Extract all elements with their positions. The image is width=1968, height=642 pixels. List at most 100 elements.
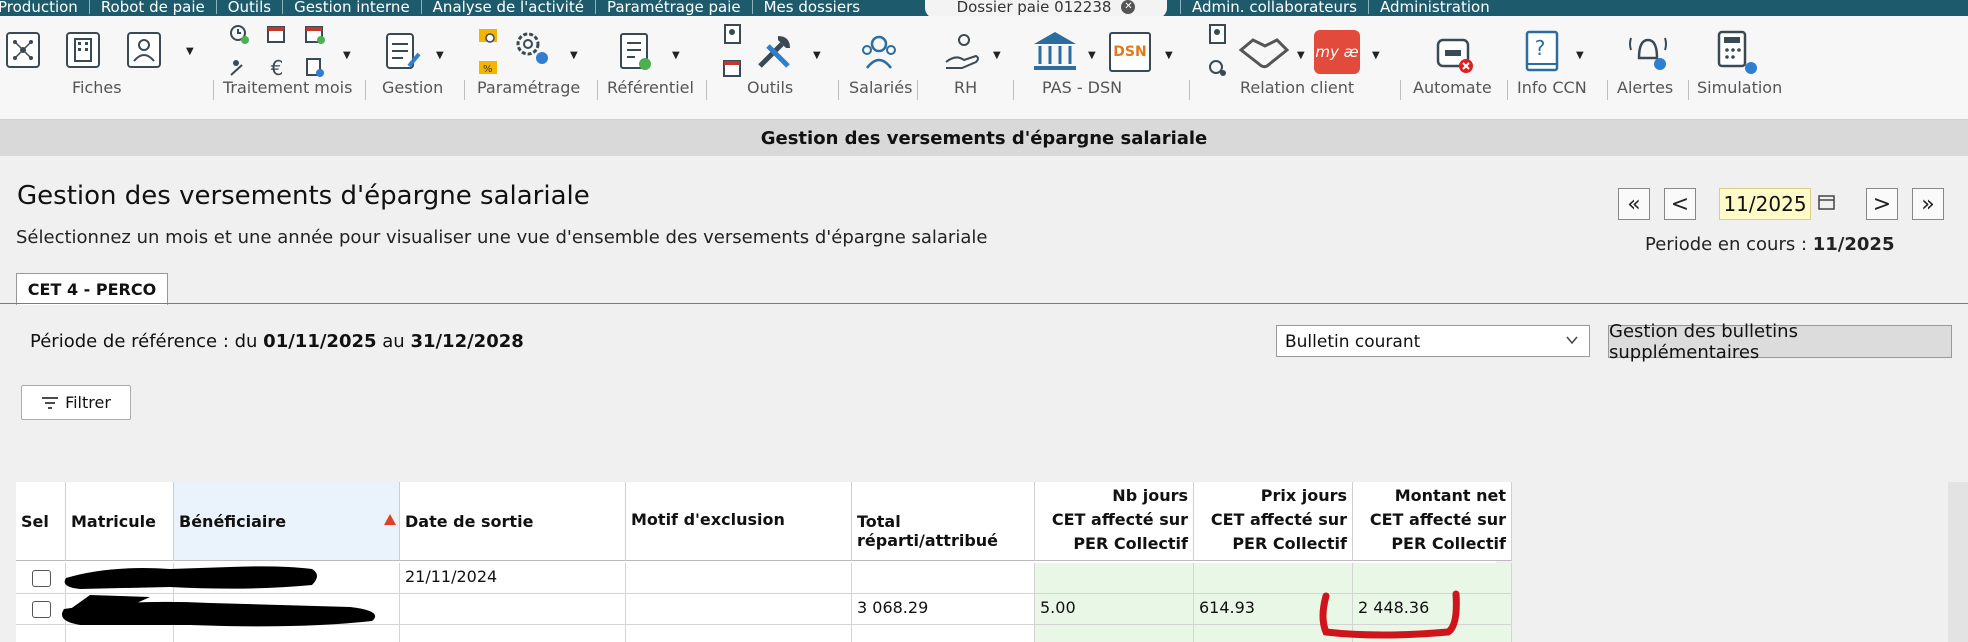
chevron-down-icon — [1565, 332, 1579, 352]
tab-cet4-perco[interactable]: CET 4 - PERCO — [16, 273, 168, 305]
people-icon[interactable] — [857, 30, 901, 74]
ribbon-toolbar — [0, 16, 1968, 120]
tools-icon[interactable] — [752, 28, 798, 74]
divider — [365, 80, 366, 100]
next-period-button[interactable]: > — [1866, 188, 1898, 220]
last-period-button[interactable]: » — [1912, 188, 1944, 220]
contact-icon[interactable] — [1207, 22, 1229, 46]
ribbon-group-referentiel: Référentiel — [607, 78, 694, 97]
top-nav-item-gestion-interne[interactable]: Gestion interne — [294, 0, 410, 16]
org-chart-icon[interactable] — [4, 30, 42, 70]
help-book-icon[interactable]: ? — [1523, 30, 1563, 74]
column-header-beneficiaire-label: Bénéficiaire — [179, 512, 287, 531]
divider — [838, 80, 839, 100]
chevron-down-icon[interactable]: ▼ — [570, 50, 578, 61]
top-nav-item-parametrage-paie[interactable]: Paramétrage paie — [607, 0, 741, 16]
top-nav-right: Admin. collaborateurs Administration — [1180, 0, 1490, 16]
top-nav-left: Production Robot de paie Outils Gestion … — [0, 0, 860, 16]
top-nav-item-production[interactable]: Production — [0, 0, 78, 16]
table-cell-nb-jours[interactable] — [1035, 563, 1194, 594]
settings-person-icon[interactable] — [1207, 56, 1229, 80]
folder-view-icon[interactable] — [477, 24, 499, 46]
column-header-date-sortie[interactable]: Date de sortie — [400, 482, 626, 561]
tab-dossier-paie[interactable]: Dossier paie 012238 ✕ — [925, 0, 1167, 16]
chevron-down-icon[interactable]: ▼ — [1165, 50, 1173, 61]
register-add-icon[interactable] — [617, 30, 657, 74]
chevron-down-icon[interactable]: ▼ — [1372, 50, 1380, 61]
chevron-down-icon[interactable]: ▼ — [993, 50, 1001, 61]
filter-label: Filtrer — [65, 393, 111, 412]
table-cell-nb-jours[interactable]: 5.00 — [1035, 594, 1194, 625]
column-header-montant[interactable]: Montant net CET affecté sur PER Collecti… — [1353, 482, 1512, 561]
column-header-total-label: Total réparti/attribué — [857, 512, 999, 550]
column-header-total[interactable]: Total réparti/attribué — [852, 482, 1035, 561]
handshake-icon[interactable] — [1237, 30, 1291, 74]
window-title-bar: Gestion des versements d'épargne salaria… — [0, 120, 1968, 156]
calendar-icon[interactable] — [1817, 192, 1837, 216]
bulletin-select-value: Bulletin courant — [1285, 332, 1421, 352]
divider — [1507, 80, 1508, 100]
top-nav-item-admin-collaborateurs[interactable]: Admin. collaborateurs — [1192, 0, 1357, 16]
bell-gear-icon[interactable] — [1625, 28, 1671, 74]
double-chevron-right-icon: » — [1921, 191, 1935, 217]
myae-icon[interactable]: my æ — [1314, 30, 1360, 74]
dsn-icon[interactable]: DSN — [1109, 32, 1151, 72]
sort-ascending-icon[interactable] — [384, 514, 396, 525]
vertical-scrollbar[interactable] — [1948, 482, 1968, 642]
column-header-matricule[interactable]: Matricule — [66, 482, 174, 561]
column-header-sel[interactable]: Sel — [16, 482, 66, 561]
column-header-motif[interactable]: Motif d'exclusion — [626, 482, 852, 561]
close-icon[interactable]: ✕ — [1121, 0, 1136, 14]
top-nav-item-outils[interactable]: Outils — [228, 0, 271, 16]
calendar-icon[interactable] — [266, 22, 288, 46]
filter-button[interactable]: Filtrer — [21, 385, 131, 420]
calculator-icon[interactable] — [1715, 30, 1759, 76]
table-cell-nb-jours[interactable] — [1035, 625, 1194, 642]
bulletin-select[interactable]: Bulletin courant — [1276, 325, 1590, 357]
table-cell-total — [852, 563, 1035, 594]
document-gear-icon[interactable] — [304, 56, 326, 80]
employee-card-icon[interactable] — [125, 30, 163, 70]
folder-percent-icon[interactable]: % — [477, 56, 499, 78]
chevron-down-icon[interactable]: ▼ — [186, 46, 194, 57]
bank-icon[interactable] — [1030, 28, 1080, 74]
first-period-button[interactable]: « — [1618, 188, 1650, 220]
gears-icon[interactable] — [510, 26, 552, 70]
table-cell-total: 3 068.29 — [852, 594, 1035, 625]
manage-extra-bulletins-button[interactable]: Gestion des bulletins supplémentaires — [1608, 321, 1952, 363]
previous-period-button[interactable]: < — [1664, 188, 1696, 220]
chevron-right-icon: > — [1872, 191, 1892, 217]
euro-icon[interactable]: € — [266, 56, 288, 80]
top-nav-item-mes-dossiers[interactable]: Mes dossiers — [764, 0, 860, 16]
table-cell-date-sortie: 21/11/2024 — [400, 563, 626, 594]
building-icon[interactable] — [64, 30, 102, 70]
chevron-down-icon[interactable]: ▼ — [343, 50, 351, 61]
top-nav-item-administration[interactable]: Administration — [1380, 0, 1490, 16]
column-header-nb-jours[interactable]: Nb jours CET affecté sur PER Collectif — [1035, 482, 1194, 561]
person-pen-icon[interactable] — [228, 56, 250, 80]
chevron-down-icon[interactable]: ▼ — [1088, 50, 1096, 61]
calendar-person-icon[interactable] — [722, 56, 744, 80]
chevron-down-icon[interactable]: ▼ — [1297, 50, 1305, 61]
chevron-down-icon[interactable]: ▼ — [672, 50, 680, 61]
period-input[interactable]: 11/2025 — [1719, 188, 1811, 220]
top-nav-item-analyse[interactable]: Analyse de l'activité — [433, 0, 584, 16]
chevron-down-icon[interactable]: ▼ — [1576, 50, 1584, 61]
row-select-checkbox[interactable] — [32, 601, 51, 618]
contact-card-icon[interactable] — [722, 22, 744, 46]
column-header-beneficiaire[interactable]: Bénéficiaire — [174, 482, 400, 561]
svg-text:%: % — [483, 64, 493, 75]
column-header-prix-jours[interactable]: Prix jours CET affecté sur PER Collectif — [1194, 482, 1353, 561]
ribbon-group-traitement-mois: Traitement mois — [223, 78, 353, 97]
clock-icon[interactable] — [228, 22, 250, 46]
ribbon-group-relation-client: Relation client — [1240, 78, 1355, 97]
table-cell-date-sortie — [400, 625, 626, 642]
chevron-down-icon[interactable]: ▼ — [436, 50, 444, 61]
chevron-down-icon[interactable]: ▼ — [813, 50, 821, 61]
row-select-checkbox[interactable] — [32, 570, 51, 587]
hand-person-icon[interactable] — [942, 30, 984, 74]
calendar-check-icon[interactable] — [304, 22, 326, 46]
top-nav-item-robot[interactable]: Robot de paie — [101, 0, 205, 16]
robot-icon[interactable] — [1432, 30, 1476, 76]
checklist-edit-icon[interactable] — [383, 30, 423, 74]
